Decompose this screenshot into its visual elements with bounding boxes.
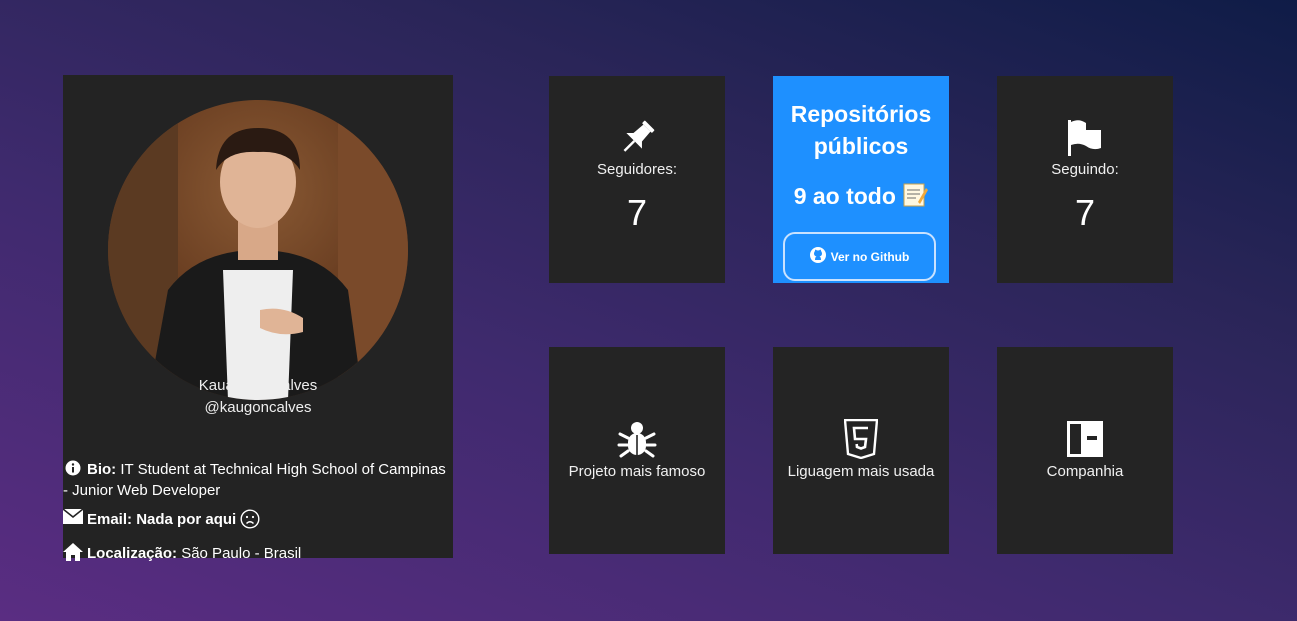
email-row: Email: Nada por aqui [62, 508, 453, 535]
language-card[interactable]: Liguagem mais usada [773, 347, 949, 554]
profile-avatar [108, 100, 408, 400]
sad-face-icon [240, 509, 260, 535]
profile-name: Kauan Gonçalves [198, 377, 318, 394]
repos-card: Repositórios públicos 9 ao todo Ver no G… [773, 76, 949, 283]
profile-card: Kauan Gonçalves @kaugoncalves Bio: IT St… [62, 75, 453, 562]
info-icon [63, 459, 83, 480]
html5-icon [773, 419, 949, 459]
envelope-icon [62, 508, 84, 530]
following-count: 7 [1074, 192, 1096, 233]
bio-row: Bio: IT Student at Technical High School… [63, 459, 453, 501]
view-on-github-label: Ver no Github [830, 249, 910, 264]
followers-count: 7 [626, 192, 648, 233]
email-label: Email: [87, 511, 133, 528]
building-icon [997, 421, 1173, 457]
famous-project-label: Projeto mais famoso [568, 463, 706, 480]
company-label: Companhia [1046, 463, 1124, 480]
profile-info: Bio: IT Student at Technical High School… [62, 459, 453, 567]
company-card[interactable]: Companhia [997, 347, 1173, 554]
github-icon [809, 247, 826, 266]
location-row: Localização: São Paulo - Brasil [63, 543, 453, 567]
memo-icon [902, 183, 929, 209]
home-icon [63, 543, 83, 567]
famous-project-card[interactable]: Projeto mais famoso [549, 347, 725, 554]
repos-count-row: 9 ao todo [773, 182, 949, 210]
followers-label: Seguidores: [596, 161, 678, 178]
following-label: Seguindo: [1051, 161, 1119, 178]
language-label: Liguagem mais usada [787, 463, 935, 480]
bio-label: Bio: [87, 461, 117, 478]
location-label: Localização: [87, 545, 178, 562]
repos-count: 9 ao todo [793, 183, 896, 209]
location-text: São Paulo - Brasil [181, 545, 302, 562]
bug-icon [549, 419, 725, 459]
repos-title: Repositórios públicos [790, 101, 932, 159]
flag-icon [997, 118, 1173, 156]
pin-icon [549, 118, 725, 158]
followers-card: Seguidores: 7 [549, 76, 725, 283]
bio-text: IT Student at Technical High School of C… [63, 461, 446, 499]
email-text: Nada por aqui [136, 511, 237, 528]
following-card: Seguindo: 7 [997, 76, 1173, 283]
profile-handle: @kaugoncalves [204, 399, 312, 416]
view-on-github-button[interactable]: Ver no Github [783, 232, 936, 281]
